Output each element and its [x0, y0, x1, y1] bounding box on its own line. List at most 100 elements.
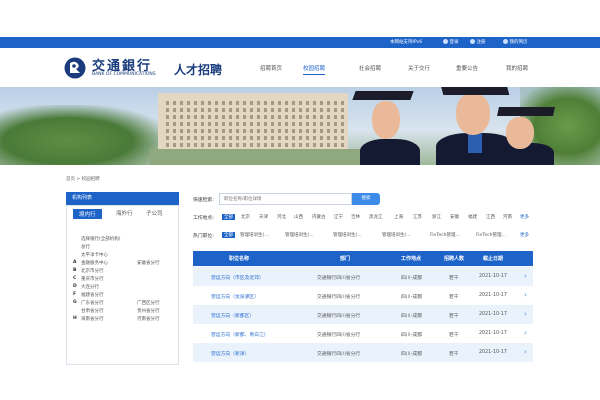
building-window [236, 136, 239, 140]
location-option[interactable]: 吉林 [351, 214, 360, 220]
table-row[interactable]: 营运方向（新津） 交通银行四川省分行 四川-成都 若干 2021-10-17 › [193, 343, 533, 362]
building-window [271, 143, 274, 147]
building-window [215, 143, 218, 147]
sidebar-institution-item[interactable]: 安徽省分行 [137, 260, 160, 266]
building-window [173, 136, 176, 140]
location-option[interactable]: 福建 [468, 214, 477, 220]
table-row[interactable]: 营运方向（市区及近郊） 交通银行四川省分行 四川-成都 若干 2021-10-17 › [193, 267, 533, 286]
tab-subsidiary[interactable]: 子公司 [146, 209, 163, 217]
sidebar-institution-item[interactable]: 重庆市分行 [81, 276, 104, 282]
sidebar-institution-item[interactable]: 河南省分行 [137, 316, 160, 322]
chevron-right-icon[interactable]: › [524, 291, 527, 299]
location-option[interactable]: 河南 [503, 214, 512, 220]
job-location: 四川-成都 [401, 333, 422, 338]
job-department: 交通银行四川省分行 [317, 333, 361, 338]
building-window [327, 115, 330, 119]
location-option[interactable]: 浙江 [432, 214, 441, 220]
location-option[interactable]: 天津 [259, 214, 268, 220]
tab-domestic[interactable]: 境内行 [73, 209, 102, 219]
nav-home[interactable]: 招聘首页 [260, 64, 282, 72]
building-window [341, 136, 344, 140]
job-title-link[interactable]: 营运方向（市区及近郊） [211, 274, 264, 281]
location-more-link[interactable]: 更多 [520, 214, 529, 220]
chevron-right-icon[interactable]: › [524, 272, 527, 280]
position-option[interactable]: 管理培训生(… [240, 232, 269, 238]
building-window [278, 129, 281, 133]
building-window [271, 108, 274, 112]
sidebar-institution-item[interactable]: 福建省分行 [81, 292, 104, 298]
job-title-link[interactable]: 营运方向（新都区） [211, 312, 254, 319]
table-row[interactable]: 营运方向（新都区） 交通银行四川省分行 四川-成都 若干 2021-10-17 › [193, 305, 533, 324]
building-window [187, 101, 190, 105]
tab-overseas[interactable]: 海外行 [116, 209, 133, 217]
building-window [215, 108, 218, 112]
building-window [187, 143, 190, 147]
location-option[interactable]: 黑龙江 [369, 214, 383, 220]
chevron-right-icon[interactable]: › [524, 348, 527, 356]
building-window [201, 122, 204, 126]
building-window [201, 129, 204, 133]
nav-my-recruit[interactable]: 我的招聘 [506, 64, 528, 72]
sidebar-institution-item[interactable]: 太平洋卡中心 [81, 252, 108, 258]
job-title-link[interactable]: 营运方向（新都、青白江） [211, 331, 269, 338]
position-option[interactable]: FinTech管理… [476, 232, 506, 238]
location-option[interactable]: 安徽 [450, 214, 459, 220]
position-option[interactable]: 管理培训生(… [285, 232, 314, 238]
job-location: 四川-成都 [401, 295, 422, 300]
sidebar-institution-item[interactable]: 广东省分行 [81, 300, 104, 306]
location-option[interactable]: 山西 [294, 214, 303, 220]
location-option[interactable]: 北京 [241, 214, 250, 220]
sidebar-institution-item[interactable]: 北京市分行 [81, 268, 104, 274]
building-window [285, 115, 288, 119]
location-option[interactable]: 全部 [222, 214, 235, 220]
job-deadline: 2021-10-17 [479, 293, 507, 298]
chevron-right-icon[interactable]: › [524, 310, 527, 318]
building-window [229, 115, 232, 119]
sidebar-institution-item[interactable]: 甘肃省分行 [81, 308, 104, 314]
table-row[interactable]: 营运方向（龙泉驿区） 交通银行四川省分行 四川-成都 若干 2021-10-17 › [193, 286, 533, 305]
nav-notice[interactable]: 重要公告 [456, 64, 478, 72]
position-option[interactable]: 管理培训生(… [382, 232, 411, 238]
chevron-right-icon[interactable]: › [524, 329, 527, 337]
location-option[interactable]: 江西 [486, 214, 495, 220]
location-option[interactable]: 辽宁 [334, 214, 343, 220]
nav-campus[interactable]: 校园招聘 [303, 64, 326, 75]
sidebar-institution-item[interactable]: 广西区分行 [137, 300, 160, 306]
location-option[interactable]: 上海 [394, 214, 403, 220]
building-window [278, 101, 281, 105]
my-resume-link[interactable]: 我的简历 [503, 38, 528, 47]
sidebar-institution-item[interactable]: 选择银行(全部机构) [81, 236, 121, 242]
position-more-link[interactable]: 更多 [520, 232, 529, 238]
institution-sidebar: 境内行 海外行 子公司 选择银行(全部机构) 总行 太平洋卡中心 A 金融服务中心 安徽省… [66, 205, 179, 365]
search-button[interactable]: 搜索 [352, 193, 380, 205]
table-row[interactable]: 营运方向（新都、青白江） 交通银行四川省分行 四川-成都 若干 2021-10-17 › [193, 324, 533, 343]
building-window [341, 115, 344, 119]
sidebar-institution-item[interactable]: 金融服务中心 [81, 260, 108, 266]
building-window [278, 115, 281, 119]
position-option[interactable]: FinTech管理… [430, 232, 460, 238]
sidebar-institution-item[interactable]: 贵州省分行 [137, 308, 160, 314]
building-window [222, 122, 225, 126]
sidebar-institution-item[interactable]: 总行 [81, 244, 90, 250]
register-link[interactable]: 注册 [470, 38, 486, 47]
bank-logo-icon[interactable] [64, 57, 86, 79]
building-window [243, 143, 246, 147]
sidebar-institution-item[interactable]: 海南省分行 [81, 316, 104, 322]
building-window [222, 101, 225, 105]
site-header: 交通銀行 BANK OF COMMUNICATIONS 人才招聘 招聘首页 校园… [0, 48, 600, 87]
location-option[interactable]: 河北 [277, 214, 286, 220]
location-option[interactable]: 江苏 [413, 214, 422, 220]
building-window [187, 122, 190, 126]
position-option[interactable]: 管理培训生(… [333, 232, 362, 238]
nav-about[interactable]: 关于交行 [408, 64, 430, 72]
building-window [327, 143, 330, 147]
position-option[interactable]: 全部 [222, 232, 235, 238]
location-option[interactable]: 内蒙古 [312, 214, 326, 220]
search-input[interactable] [219, 193, 352, 205]
building-window [229, 136, 232, 140]
job-title-link[interactable]: 营运方向（新津） [211, 350, 249, 357]
sidebar-institution-item[interactable]: 大连分行 [81, 284, 99, 290]
job-title-link[interactable]: 营运方向（龙泉驿区） [211, 293, 259, 300]
login-link[interactable]: 登录 [443, 38, 459, 47]
nav-social[interactable]: 社会招聘 [359, 64, 381, 72]
